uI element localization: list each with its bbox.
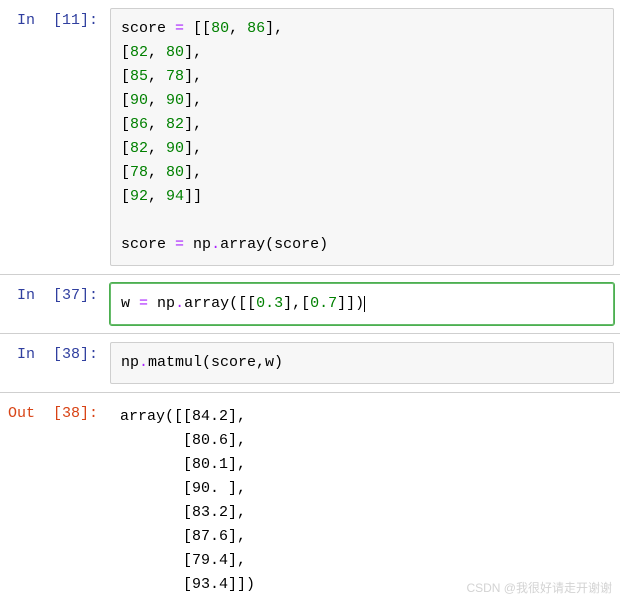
input-cell: In [37]:w = np.array([[0.3],[0.7]]) bbox=[0, 275, 620, 334]
code-input[interactable]: np.matmul(score,w) bbox=[110, 342, 614, 384]
code-input[interactable]: w = np.array([[0.3],[0.7]]) bbox=[110, 283, 614, 325]
notebook-root: In [11]:score = [[80, 86], [82, 80], [85… bbox=[0, 0, 620, 609]
text-caret bbox=[364, 296, 365, 312]
code-input[interactable]: score = [[80, 86], [82, 80], [85, 78], [… bbox=[110, 8, 614, 266]
in-prompt: In [38]: bbox=[0, 338, 110, 388]
in-prompt: In [11]: bbox=[0, 4, 110, 270]
input-cell: In [11]:score = [[80, 86], [82, 80], [85… bbox=[0, 0, 620, 275]
output-cell: Out [38]:array([[84.2], [80.6], [80.1], … bbox=[0, 393, 620, 609]
output-text: array([[84.2], [80.6], [80.1], [90. ], [… bbox=[110, 397, 620, 605]
out-prompt: Out [38]: bbox=[0, 397, 110, 605]
input-cell: In [38]:np.matmul(score,w) bbox=[0, 334, 620, 393]
watermark-text: CSDN @我很好请走开谢谢 bbox=[466, 579, 612, 596]
in-prompt: In [37]: bbox=[0, 279, 110, 329]
